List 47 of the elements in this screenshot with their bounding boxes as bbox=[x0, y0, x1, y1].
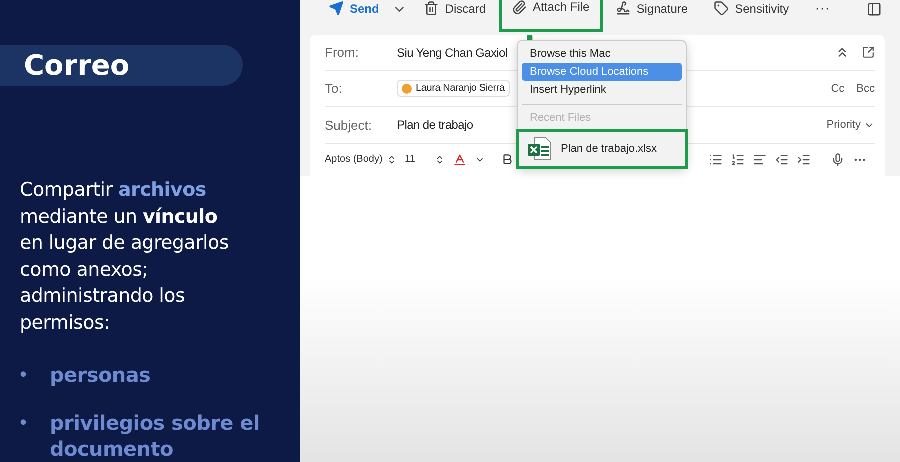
menu-section-heading: Recent Files bbox=[529, 111, 592, 126]
from-label: From: bbox=[325, 45, 360, 60]
stepper-icon bbox=[435, 154, 445, 165]
sidebar-toggle-icon[interactable] bbox=[867, 2, 882, 17]
tag-icon bbox=[714, 1, 730, 16]
recent-file-item[interactable]: Plan de trabajo.xlsx bbox=[516, 129, 688, 169]
trash-icon bbox=[424, 1, 440, 16]
subject-label: Subject: bbox=[325, 118, 373, 133]
bullet-marker: • bbox=[20, 363, 28, 388]
attach-button[interactable]: Attach File bbox=[499, 0, 603, 32]
bullet-text: personas bbox=[50, 362, 152, 388]
cc-link[interactable]: Cc bbox=[831, 82, 845, 95]
priority-dropdown[interactable]: Priority bbox=[826, 119, 875, 132]
signature-icon bbox=[616, 1, 631, 16]
align-icon[interactable] bbox=[753, 152, 767, 167]
bullet-marker: • bbox=[20, 411, 28, 436]
from-value: Siu Yeng Chan Gaxiol bbox=[397, 46, 508, 60]
more-button[interactable]: ··· bbox=[802, 0, 844, 20]
font-select[interactable]: Aptos (Body) bbox=[325, 154, 397, 166]
avatar-icon bbox=[402, 84, 412, 94]
discard-button[interactable]: Discard bbox=[411, 0, 500, 20]
numbered-list-icon[interactable] bbox=[731, 152, 745, 167]
slide-title: Correo bbox=[24, 49, 130, 82]
menu-item[interactable]: Insert Hyperlink bbox=[522, 81, 682, 99]
bold-icon[interactable] bbox=[501, 153, 514, 166]
menu-item[interactable]: Browse this Mac bbox=[522, 45, 682, 63]
file-name: Plan de trabajo.xlsx bbox=[561, 143, 657, 155]
paperclip-icon bbox=[512, 0, 528, 15]
slide-paragraph: Compartir archivos mediante un vínculo en lugar de agregarlos como anexos; administrando los permisos: bbox=[20, 178, 230, 336]
indent-icon[interactable] bbox=[797, 152, 811, 167]
bcc-link[interactable]: Bcc bbox=[856, 82, 875, 95]
to-label: To: bbox=[325, 81, 344, 96]
send-icon bbox=[329, 1, 344, 16]
sensitivity-button[interactable]: Sensitivity bbox=[701, 0, 802, 20]
bullet-list-icon[interactable] bbox=[709, 152, 723, 167]
microphone-icon[interactable] bbox=[831, 152, 845, 167]
size-select[interactable]: 11 bbox=[405, 154, 445, 166]
bullet-text: privilegios sobre el documento bbox=[50, 410, 261, 462]
outdent-icon[interactable] bbox=[775, 152, 789, 167]
spreadsheet-file-icon bbox=[527, 136, 553, 162]
pop-out-icon[interactable] bbox=[862, 46, 875, 60]
stepper-icon bbox=[387, 154, 397, 165]
subject-field[interactable]: Plan de trabajo bbox=[397, 118, 474, 132]
send-button[interactable]: Send bbox=[316, 0, 392, 20]
font-color-icon[interactable] bbox=[453, 152, 467, 167]
signature-button[interactable]: Signature bbox=[602, 0, 702, 20]
recipient-chip[interactable]: Laura Naranjo Sierra bbox=[397, 80, 510, 98]
